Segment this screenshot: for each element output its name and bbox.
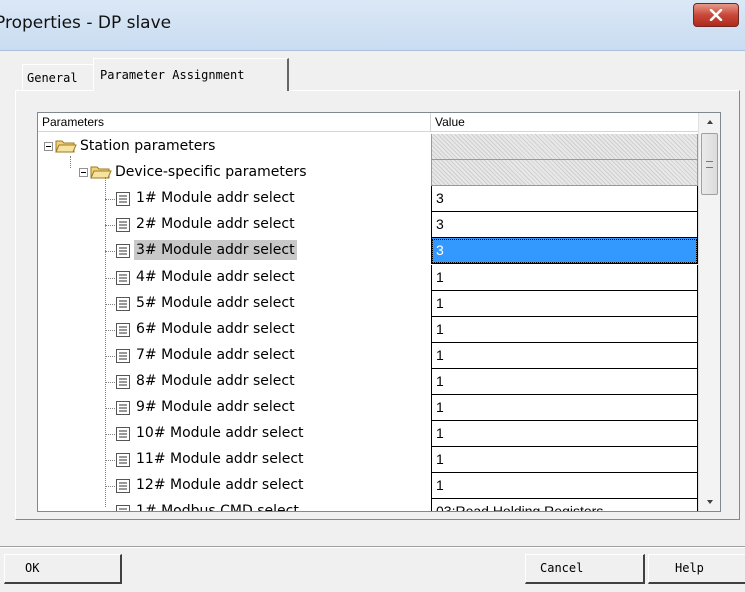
- row-label: 11# Module addr select: [136, 451, 304, 468]
- value-cell[interactable]: 1: [431, 264, 698, 291]
- column-header-value[interactable]: Value: [431, 113, 698, 132]
- row-label: 6# Module addr select: [136, 320, 295, 337]
- row-label: 3# Module addr select: [134, 240, 297, 261]
- folder-open-icon: [90, 164, 112, 184]
- table-row[interactable]: 1# Module addr select 3: [38, 186, 698, 213]
- table-row[interactable]: 12# Module addr select 1: [38, 473, 698, 500]
- column-header-parameters[interactable]: Parameters: [38, 113, 431, 132]
- row-label: 4# Module addr select: [136, 268, 295, 285]
- folder-open-icon: [55, 138, 77, 158]
- ok-button[interactable]: OK: [4, 554, 122, 584]
- tree-line: [105, 381, 115, 383]
- value-cell[interactable]: 1: [431, 368, 698, 395]
- row-label: 2# Module addr select: [136, 216, 295, 233]
- value-cell[interactable]: 1: [431, 290, 698, 317]
- table-row[interactable]: 1# Modbus CMD select 03:Read Holding Regi…: [38, 499, 698, 512]
- table-row[interactable]: 6# Module addr select 1: [38, 316, 698, 343]
- value-cell[interactable]: 1: [431, 342, 698, 369]
- row-label: 7# Module addr select: [136, 346, 295, 363]
- table-row[interactable]: 4# Module addr select 1: [38, 264, 698, 291]
- row-label: Device-specific parameters: [115, 164, 307, 181]
- arrow-up-icon: [707, 120, 713, 124]
- table-row[interactable]: 2# Module addr select 3: [38, 212, 698, 239]
- table-row[interactable]: 3# Module addr select 3: [38, 238, 698, 265]
- table-row[interactable]: 11# Module addr select 1: [38, 447, 698, 474]
- row-label: 9# Module addr select: [136, 399, 295, 415]
- table-row[interactable]: 10# Module addr select 1: [38, 421, 698, 448]
- grip-icon: [706, 161, 713, 168]
- parameter-icon: [115, 191, 131, 211]
- tree-line: [105, 434, 115, 436]
- value-cell[interactable]: 1: [431, 421, 698, 448]
- arrow-down-icon: [707, 500, 713, 504]
- row-label: 1# Module addr select: [136, 190, 295, 207]
- tree-line: [105, 277, 115, 279]
- parameter-icon: [115, 296, 131, 316]
- parameter-icon: [115, 217, 131, 237]
- table-row[interactable]: 7# Module addr select 1: [38, 342, 698, 369]
- value-cell[interactable]: 3: [431, 186, 698, 213]
- parameter-icon: [115, 504, 131, 511]
- tab-general[interactable]: General: [22, 64, 94, 90]
- window-title: Properties - DP slave: [0, 13, 172, 33]
- row-label: 5# Module addr select: [136, 294, 295, 311]
- parameter-icon: [115, 270, 131, 290]
- scroll-down-button[interactable]: [699, 493, 720, 511]
- tree-line: [105, 408, 115, 409]
- parameter-icon: [115, 322, 131, 342]
- value-cell[interactable]: 1: [431, 316, 698, 343]
- collapse-icon[interactable]: [44, 142, 53, 151]
- title-bar: Properties - DP slave: [0, 0, 745, 51]
- close-icon: [709, 9, 723, 21]
- value-cell[interactable]: 1: [431, 447, 698, 474]
- row-label: Station parameters: [80, 138, 216, 154]
- value-cell-disabled: [431, 160, 698, 187]
- tree-line: [105, 460, 115, 462]
- parameter-icon: [115, 243, 131, 263]
- tree-line: [105, 486, 115, 488]
- parameter-icon: [115, 452, 131, 472]
- vertical-scrollbar[interactable]: [698, 113, 720, 511]
- cancel-button[interactable]: Cancel: [525, 554, 645, 584]
- tree-line: [105, 225, 115, 227]
- tree-line: [105, 303, 115, 305]
- scroll-up-button[interactable]: [699, 113, 720, 131]
- parameter-icon: [115, 400, 131, 420]
- tree-line: [105, 177, 106, 507]
- collapse-icon[interactable]: [79, 168, 88, 178]
- parameter-icon: [115, 426, 131, 446]
- close-button[interactable]: [693, 3, 739, 27]
- tree-folder-row[interactable]: Device-specific parameters: [38, 160, 698, 187]
- tree-folder-row[interactable]: Station parameters: [38, 134, 698, 160]
- value-cell-disabled: [431, 134, 698, 160]
- tree-line: [70, 156, 71, 168]
- value-cell[interactable]: 1: [431, 473, 698, 500]
- parameter-icon: [115, 348, 131, 368]
- row-label: 10# Module addr select: [136, 425, 304, 442]
- row-label: 8# Module addr select: [136, 372, 295, 389]
- table-row[interactable]: 9# Module addr select 1: [38, 395, 698, 421]
- table-row[interactable]: 8# Module addr select 1: [38, 368, 698, 395]
- value-cell[interactable]: 1: [431, 395, 698, 421]
- tree-line: [105, 199, 115, 201]
- parameter-icon: [115, 478, 131, 498]
- tree-line: [105, 251, 115, 253]
- parameter-icon: [115, 374, 131, 394]
- separator: [0, 546, 745, 548]
- value-cell[interactable]: 03:Read Holding Registers: [431, 499, 698, 511]
- help-button[interactable]: Help: [648, 554, 745, 584]
- parameter-grid: Parameters Value Station parameters Devic…: [37, 112, 721, 512]
- row-label: 1# Modbus CMD select: [136, 503, 299, 512]
- tab-parameter-assignment[interactable]: Parameter Assignment: [93, 58, 289, 91]
- tree-line: [105, 329, 115, 331]
- scroll-thumb[interactable]: [701, 133, 718, 195]
- tree-line: [105, 355, 115, 357]
- value-cell[interactable]: 3: [431, 238, 698, 265]
- value-cell[interactable]: 3: [431, 212, 698, 239]
- table-row[interactable]: 5# Module addr select 1: [38, 290, 698, 317]
- row-label: 12# Module addr select: [136, 477, 304, 494]
